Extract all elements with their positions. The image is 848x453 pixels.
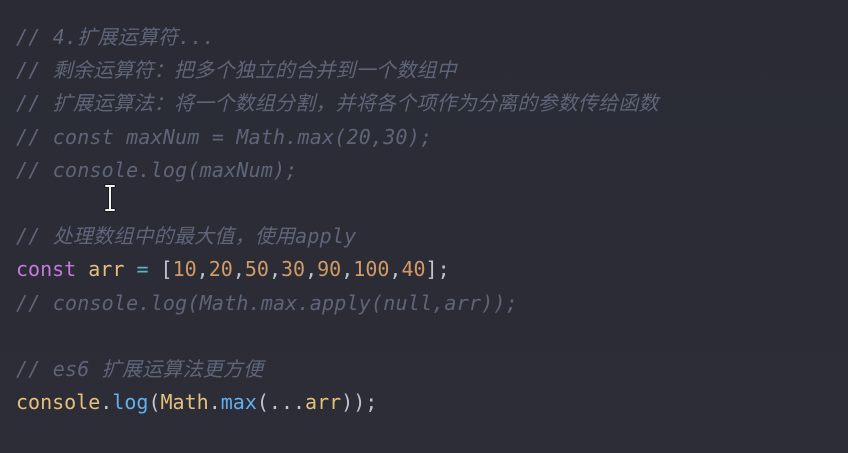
comment-text: // 处理数组中的最大值，使用apply [16,224,357,249]
code-token-num: 100 [353,257,390,282]
comment-text: // es6 扩展运算法更方便 [16,356,264,381]
code-token-plain: console [16,390,101,415]
code-token-pun: (... [256,390,306,415]
blank-line[interactable] [16,320,836,353]
code-token-kw: const [16,257,77,282]
code-token-pun [76,257,88,281]
code-token-pun: . [100,390,113,415]
comment-line[interactable]: // console.log(maxNum); [16,154,836,187]
comment-line[interactable]: // 扩展运算法：将一个数组分割，并将各个项作为分离的参数传给函数 [16,87,836,120]
code-token-pun: , [196,257,209,282]
code-token-pun: , [341,257,354,282]
comment-line[interactable]: // 处理数组中的最大值，使用apply [16,220,836,253]
code-token-pun: , [268,257,281,282]
comment-text: // 剩余运算符：把多个独立的合并到一个数组中 [16,58,457,83]
text-cursor-icon [104,184,116,212]
comment-text: // 4.扩展运算符... [16,25,215,49]
code-token-fn: log [112,390,149,415]
code-token-pun: , [389,257,402,282]
code-token-op: = [136,257,149,282]
code-token-pun: . [208,390,221,415]
comment-text: // 扩展运算法：将一个数组分割，并将各个项作为分离的参数传给函数 [16,91,659,116]
code-editor[interactable]: // 4.扩展运算符... // 剩余运算符：把多个独立的合并到一个数组中 // 扩… [0,0,848,453]
code-token-num: 30 [281,257,306,282]
code-token-plain: Math [160,390,209,415]
comment-text: // console.log(Math.max.apply(null,arr))… [16,290,518,315]
blank-line[interactable] [16,187,836,220]
comment-text: // const maxNum = Math.max(20,30); [16,124,433,149]
comment-line[interactable]: // const maxNum = Math.max(20,30); [16,121,836,154]
code-token-num: 20 [208,257,233,282]
code-token-pun: , [305,257,318,282]
code-token-num: 10 [172,257,197,282]
comment-line[interactable]: // 剩余运算符：把多个独立的合并到一个数组中 [16,54,836,87]
code-token-num: 40 [401,257,426,282]
code-line[interactable]: console.log(Math.max(...arr)); [16,386,836,419]
code-token-fn: max [220,390,257,415]
comment-text: // console.log(maxNum); [16,157,298,182]
code-token-num: 90 [317,257,342,282]
code-token-plain: arr [305,390,342,415]
code-token-var: arr [88,257,125,282]
code-token-pun: ( [148,390,161,415]
code-token-pun: )); [341,390,378,415]
code-token-pun: , [232,257,245,282]
code-token-num: 50 [244,257,269,282]
comment-line[interactable]: // console.log(Math.max.apply(null,arr))… [16,287,836,320]
comment-line[interactable]: // 4.扩展运算符... [16,21,836,54]
code-area[interactable]: // 4.扩展运算符... // 剩余运算符：把多个独立的合并到一个数组中 // 扩… [16,21,836,419]
code-token-pun [124,257,136,281]
code-token-pun: [ [148,257,173,282]
code-line[interactable]: const arr = [10,20,50,30,90,100,40]; [16,253,836,286]
code-token-pun: ]; [425,257,450,282]
comment-line[interactable]: // es6 扩展运算法更方便 [16,353,836,386]
